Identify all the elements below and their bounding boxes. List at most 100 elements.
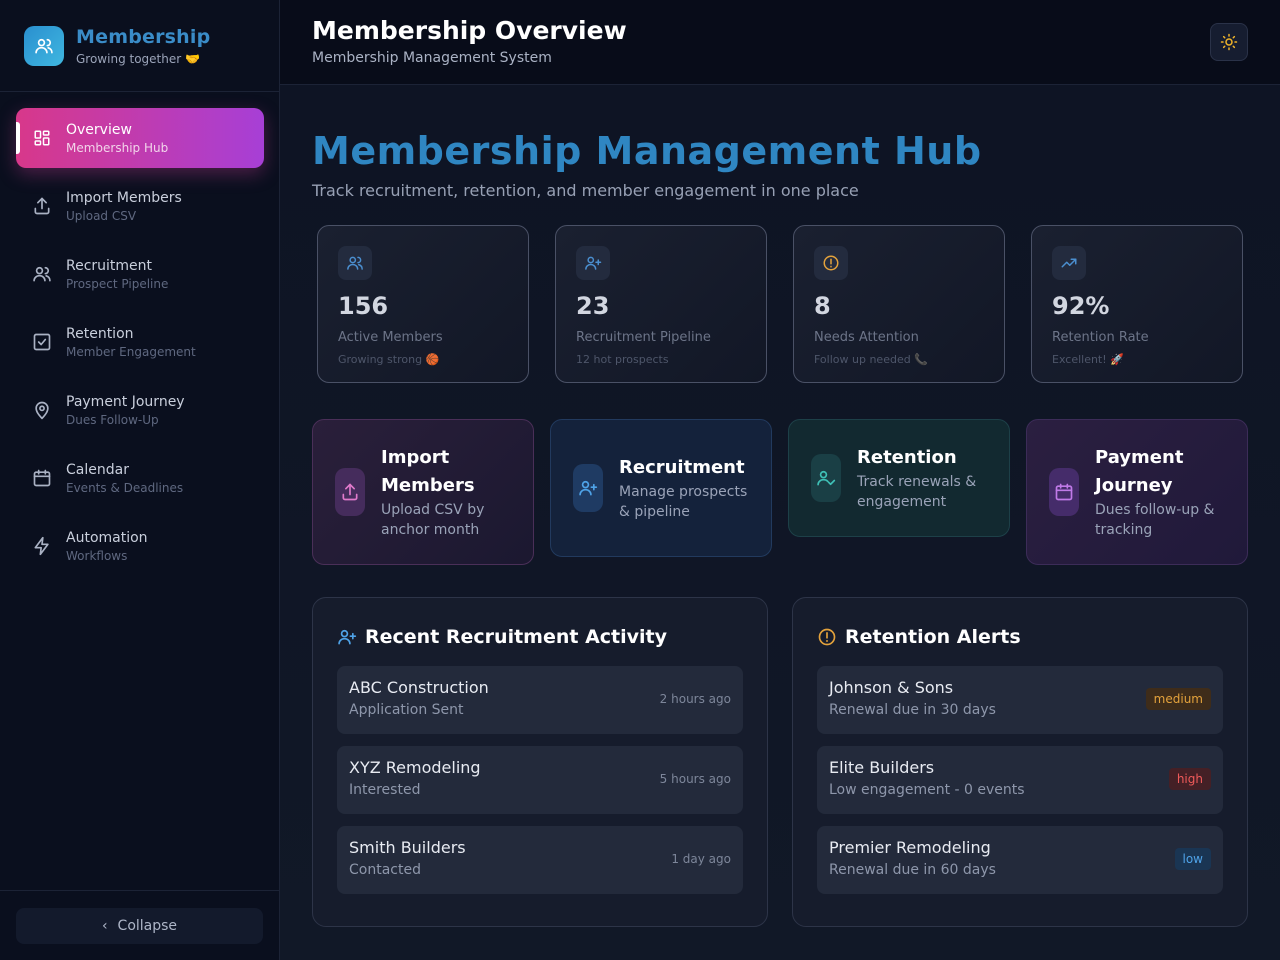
- stat-label: Recruitment Pipeline: [576, 330, 711, 345]
- calendar-icon: [32, 468, 52, 488]
- chevron-left-icon: ‹: [101, 918, 108, 934]
- sidebar-item-import-members[interactable]: Import Members Upload CSV: [16, 176, 264, 236]
- action-card-import-members[interactable]: Import Members Upload CSV by anchor mont…: [312, 419, 534, 565]
- page-subtitle: Membership Management System: [312, 50, 552, 66]
- recent-recruitment-panel: Recent Recruitment Activity ABC Construc…: [312, 597, 768, 927]
- sidebar-item-label: Automation: [66, 529, 148, 546]
- sidebar-item-overview[interactable]: Overview Membership Hub: [16, 108, 264, 168]
- sidebar-item-sublabel: Workflows: [66, 548, 128, 563]
- list-item[interactable]: Premier Remodeling Renewal due in 60 day…: [817, 826, 1223, 894]
- stat-label: Needs Attention: [814, 330, 919, 345]
- sidebar-item-sublabel: Upload CSV: [66, 208, 137, 223]
- priority-badge: medium: [1145, 688, 1211, 710]
- stat-label: Active Members: [338, 330, 443, 345]
- list-item-detail: Low engagement - 0 events: [829, 782, 1025, 798]
- lightning-icon: [32, 536, 52, 556]
- list-item-time: 5 hours ago: [659, 772, 731, 786]
- calendar-icon: [1049, 468, 1079, 516]
- priority-badge: low: [1174, 848, 1211, 870]
- users-icon: [32, 264, 52, 284]
- theme-toggle-button[interactable]: [1210, 23, 1248, 61]
- list-item-detail: Renewal due in 60 days: [829, 862, 996, 878]
- users-icon: [338, 246, 372, 280]
- action-subtitle: Dues follow-up & tracking: [1095, 502, 1215, 538]
- sidebar-item-label: Retention: [66, 325, 134, 342]
- stat-note: Excellent! 🚀: [1052, 353, 1124, 366]
- stat-value: 156: [338, 292, 389, 320]
- sidebar-item-sublabel: Dues Follow-Up: [66, 412, 159, 427]
- stat-note: Growing strong 🏀: [338, 353, 440, 366]
- brand-title: Membership: [76, 25, 211, 48]
- sidebar-item-sublabel: Member Engagement: [66, 344, 196, 359]
- page-title: Membership Overview: [312, 16, 627, 45]
- sidebar-item-label: Import Members: [66, 189, 182, 206]
- list-item-name: Premier Remodeling: [829, 838, 991, 857]
- stat-card-recruitment-pipeline: 23 Recruitment Pipeline 12 hot prospects: [555, 225, 767, 383]
- retention-alerts-panel: Retention Alerts Johnson & Sons Renewal …: [792, 597, 1248, 927]
- brand-logo: [24, 25, 64, 66]
- sidebar-item-label: Recruitment: [66, 257, 153, 274]
- sidebar-footer: ‹ Collapse: [0, 890, 279, 960]
- sidebar-item-label: Calendar: [66, 461, 129, 478]
- brand-subtitle: Growing together 🤝: [76, 51, 200, 66]
- upload-icon: [32, 196, 52, 216]
- user-plus-icon: [576, 246, 610, 280]
- collapse-button[interactable]: ‹ Collapse: [16, 908, 263, 944]
- checkbox-icon: [32, 332, 52, 352]
- sidebar-item-retention[interactable]: Retention Member Engagement: [16, 312, 264, 372]
- main-content: Membership Management Hub Track recruitm…: [280, 85, 1280, 960]
- panel-title: Recent Recruitment Activity: [365, 626, 667, 648]
- sidebar-item-payment-journey[interactable]: Payment Journey Dues Follow-Up: [16, 380, 264, 440]
- priority-badge: high: [1168, 768, 1211, 790]
- trending-up-icon: [1052, 246, 1086, 280]
- action-card-payment-journey[interactable]: Payment Journey Dues follow-up & trackin…: [1026, 419, 1248, 565]
- stat-card-retention-rate: 92% Retention Rate Excellent! 🚀: [1031, 225, 1243, 383]
- stat-card-active-members: 156 Active Members Growing strong 🏀: [317, 225, 529, 383]
- list-item[interactable]: Smith Builders Contacted 1 day ago: [337, 826, 743, 894]
- action-card-retention[interactable]: Retention Track renewals & engagement: [788, 419, 1010, 537]
- sidebar-item-sublabel: Membership Hub: [66, 140, 169, 155]
- list-item-time: 1 day ago: [671, 852, 731, 866]
- top-header: Membership Overview Membership Managemen…: [280, 0, 1280, 85]
- action-subtitle: Manage prospects & pipeline: [619, 484, 748, 520]
- action-card-recruitment[interactable]: Recruitment Manage prospects & pipeline: [550, 419, 772, 557]
- upload-icon: [335, 468, 365, 516]
- action-title: Import Members: [381, 447, 475, 496]
- users-icon: [35, 38, 53, 54]
- sun-icon: [1220, 33, 1238, 51]
- user-plus-icon: [573, 464, 603, 512]
- user-check-icon: [811, 454, 841, 502]
- sidebar-item-label: Overview: [66, 121, 132, 138]
- sidebar-item-label: Payment Journey: [66, 393, 185, 410]
- list-item[interactable]: Elite Builders Low engagement - 0 events…: [817, 746, 1223, 814]
- list-item-name: Elite Builders: [829, 758, 935, 777]
- hub-subtitle: Track recruitment, retention, and member…: [312, 181, 859, 200]
- sidebar-item-recruitment[interactable]: Recruitment Prospect Pipeline: [16, 244, 264, 304]
- list-item[interactable]: XYZ Remodeling Interested 5 hours ago: [337, 746, 743, 814]
- stat-value: 92%: [1052, 292, 1110, 320]
- action-subtitle: Upload CSV by anchor month: [381, 502, 485, 538]
- stat-card-needs-attention: 8 Needs Attention Follow up needed 📞: [793, 225, 1005, 383]
- map-pin-icon: [32, 400, 52, 420]
- action-title: Recruitment: [619, 457, 745, 478]
- sidebar-item-sublabel: Prospect Pipeline: [66, 276, 169, 291]
- action-subtitle: Track renewals & engagement: [857, 474, 977, 510]
- stat-value: 8: [814, 292, 831, 320]
- stat-note: 12 hot prospects: [576, 353, 669, 366]
- list-item[interactable]: Johnson & Sons Renewal due in 30 days me…: [817, 666, 1223, 734]
- dashboard-icon: [32, 128, 52, 148]
- sidebar-item-automation[interactable]: Automation Workflows: [16, 516, 264, 576]
- stat-value: 23: [576, 292, 610, 320]
- collapse-label: Collapse: [117, 918, 178, 934]
- alert-circle-icon: [814, 246, 848, 280]
- action-title: Payment Journey: [1095, 447, 1184, 496]
- list-item-time: 2 hours ago: [659, 692, 731, 706]
- stat-label: Retention Rate: [1052, 330, 1149, 345]
- brand: Membership Growing together 🤝: [0, 0, 279, 92]
- list-item[interactable]: ABC Construction Application Sent 2 hour…: [337, 666, 743, 734]
- alert-circle-icon: [817, 627, 837, 647]
- sidebar-item-sublabel: Events & Deadlines: [66, 480, 184, 495]
- sidebar-nav: Overview Membership Hub Import Members U…: [16, 108, 264, 584]
- sidebar-item-calendar[interactable]: Calendar Events & Deadlines: [16, 448, 264, 508]
- action-title: Retention: [857, 447, 957, 468]
